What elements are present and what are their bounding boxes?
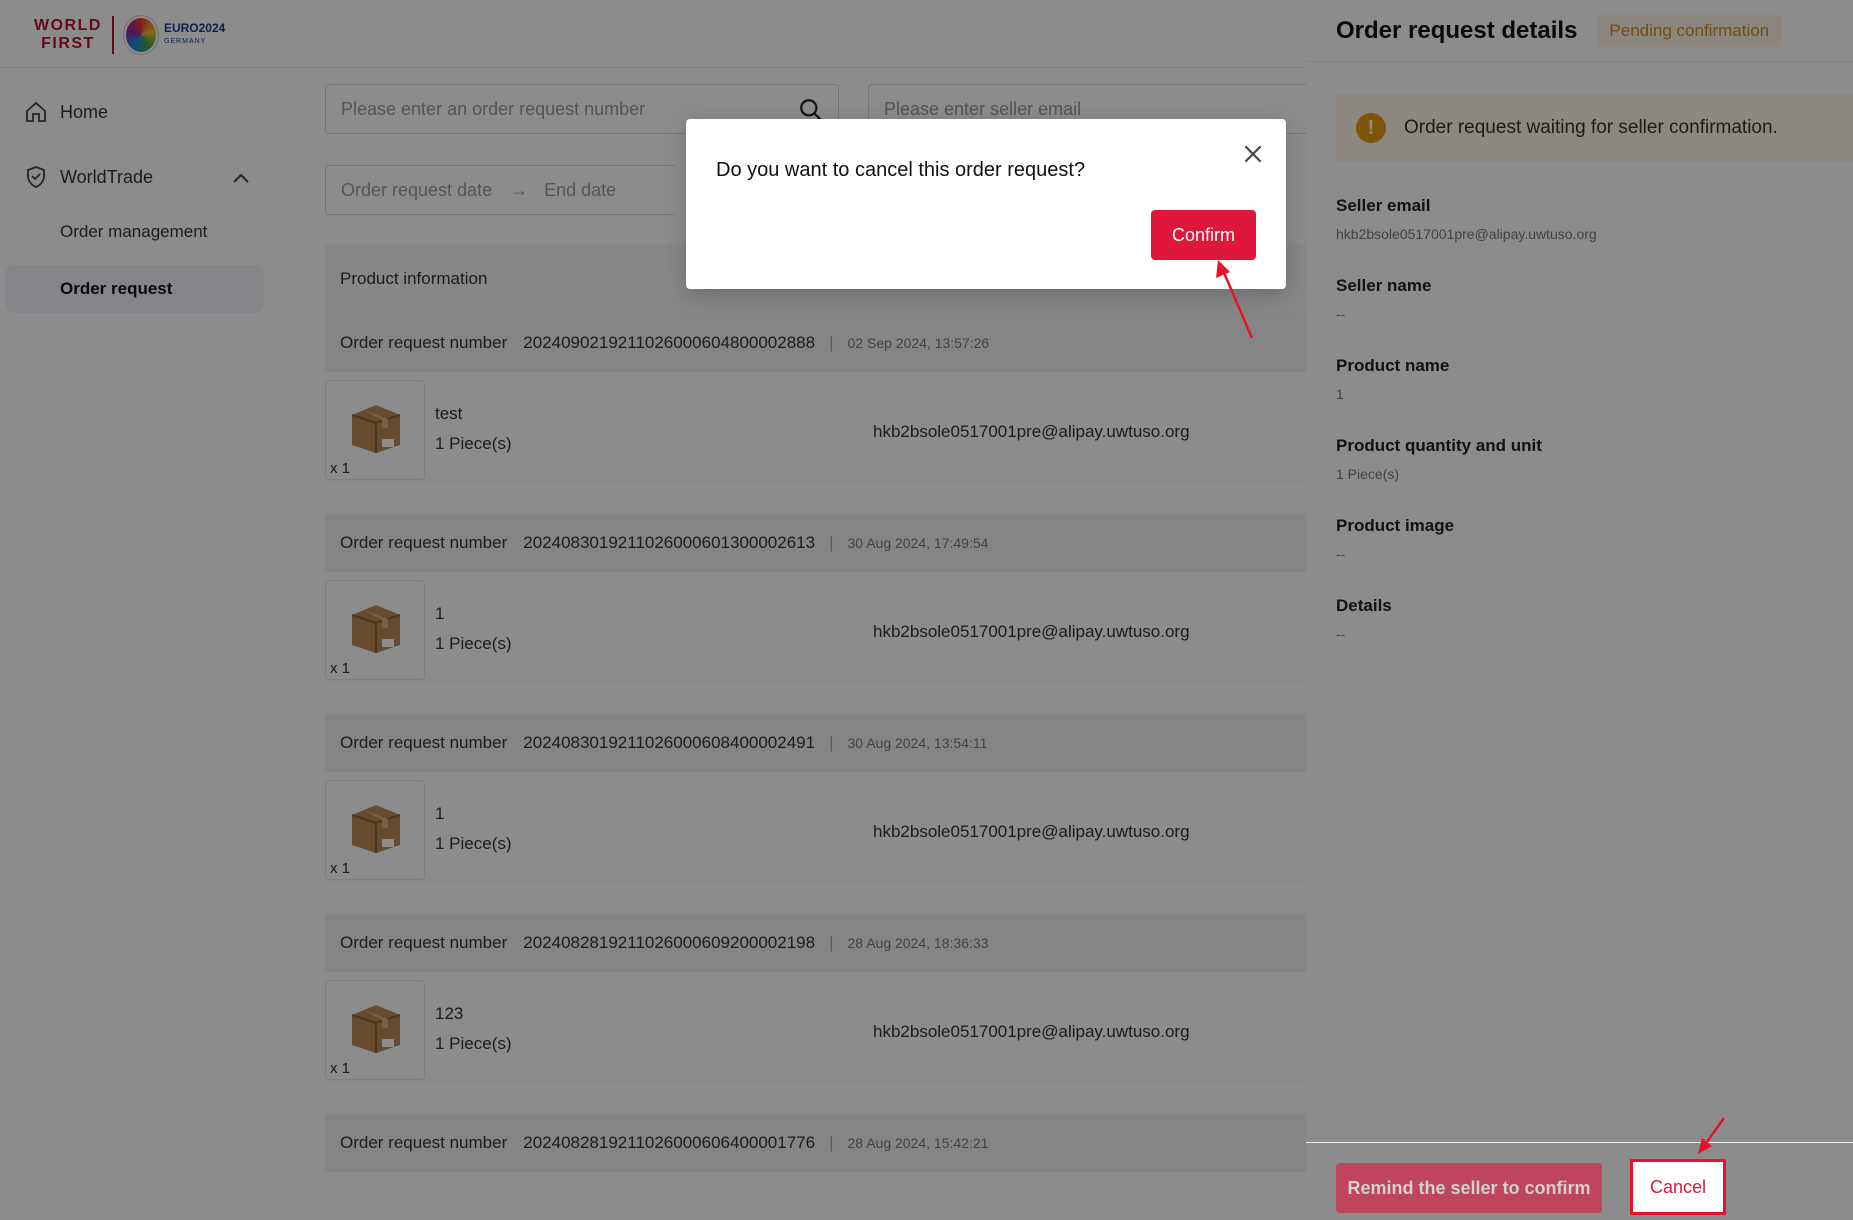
cancel-confirm-dialog: Do you want to cancel this order request… (686, 119, 1286, 289)
field-value-product-name: 1 (1336, 386, 1344, 402)
field-label-seller-email: Seller email (1336, 196, 1431, 215)
field-value-seller-email: hkb2bsole0517001pre@alipay.uwtuso.org (1336, 226, 1597, 242)
order-details-drawer: Order request details Pending confirmati… (1306, 0, 1853, 1220)
drawer-title: Order request details (1336, 16, 1578, 44)
warning-icon: ! (1356, 113, 1386, 143)
close-icon[interactable] (1240, 141, 1266, 167)
field-label-seller-name: Seller name (1336, 276, 1432, 295)
confirm-button[interactable]: Confirm (1151, 210, 1256, 260)
status-badge: Pending confirmation (1597, 14, 1782, 47)
cancel-order-button[interactable]: Cancel (1630, 1159, 1726, 1215)
alert-text: Order request waiting for seller confirm… (1404, 117, 1778, 138)
field-label-details: Details (1336, 596, 1392, 615)
field-value-seller-name: -- (1336, 306, 1346, 322)
field-label-product-name: Product name (1336, 356, 1450, 375)
remind-seller-button[interactable]: Remind the seller to confirm (1336, 1163, 1602, 1213)
field-label-product-image: Product image (1336, 516, 1455, 535)
dialog-question: Do you want to cancel this order request… (716, 159, 1086, 181)
alert-banner: ! Order request waiting for seller confi… (1336, 94, 1853, 162)
drawer-header: Order request details Pending confirmati… (1306, 0, 1853, 62)
field-value-product-image: -- (1336, 546, 1346, 562)
field-label-quantity: Product quantity and unit (1336, 436, 1542, 455)
field-value-details: -- (1336, 626, 1346, 642)
drawer-footer: Remind the seller to confirm Cancel (1306, 1142, 1853, 1220)
field-value-quantity: 1 Piece(s) (1336, 466, 1400, 482)
